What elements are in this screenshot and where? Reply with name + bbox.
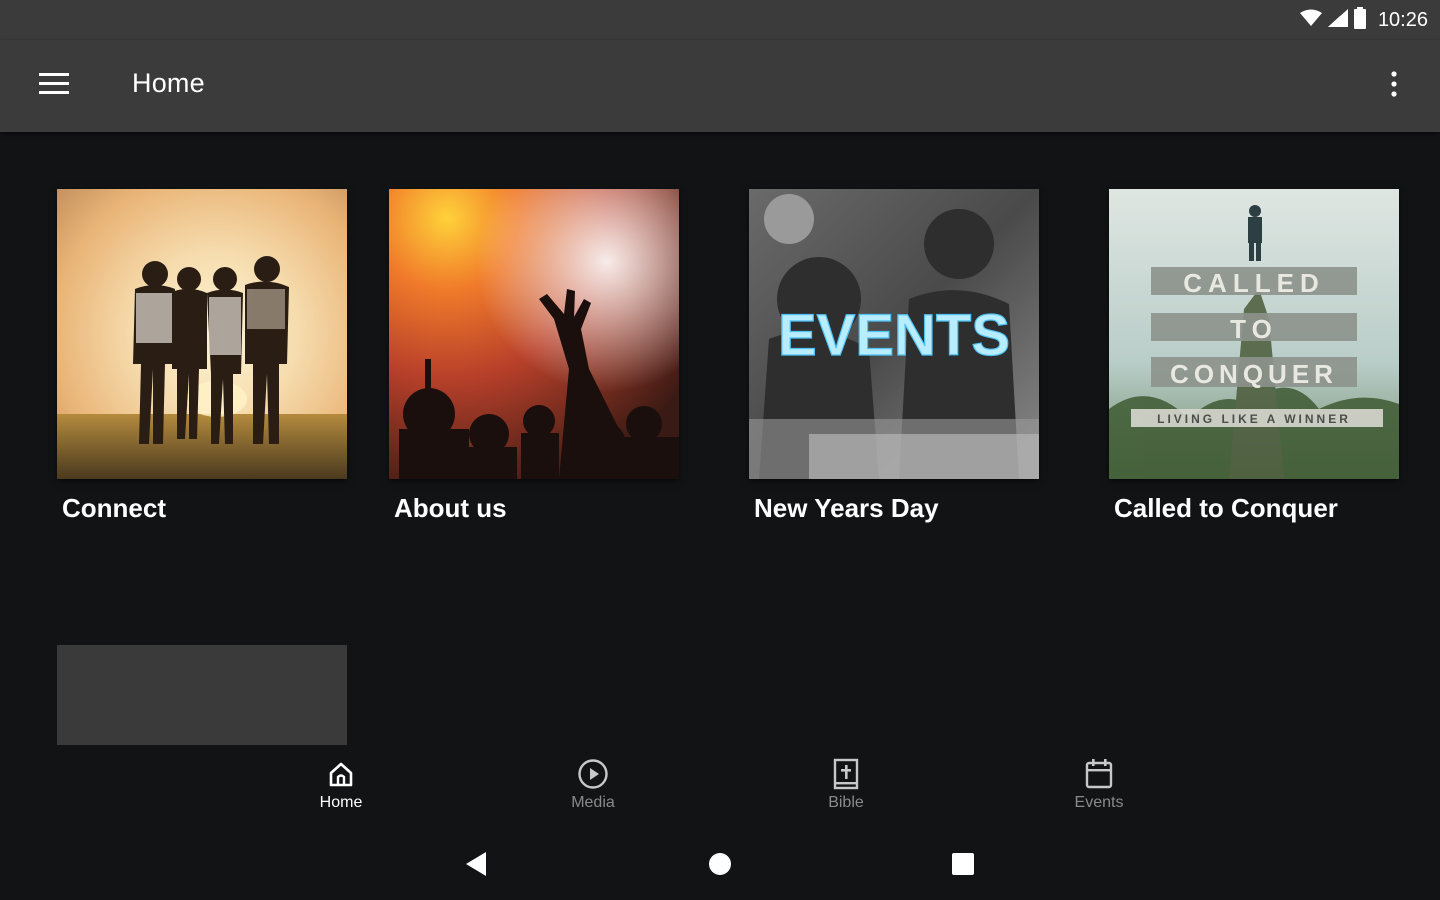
nav-item-bible[interactable]: Bible [776, 756, 916, 822]
placeholder-card[interactable] [57, 645, 347, 745]
status-bar: 10:26 [0, 0, 1440, 40]
nav-label: Home [319, 794, 363, 811]
series-title-line-1: CALLED [1183, 268, 1324, 298]
overflow-menu-button[interactable] [1370, 62, 1418, 110]
events-banner-photo: EVENTS [749, 189, 1039, 479]
hamburger-menu-icon [39, 72, 69, 100]
status-time: 10:26 [1377, 8, 1428, 31]
home-circle-icon [708, 852, 732, 881]
play-circle-icon [577, 756, 609, 792]
wifi-icon [1299, 9, 1322, 32]
recents-square-icon [951, 852, 975, 881]
more-vert-icon [1391, 70, 1397, 102]
system-recents-button[interactable] [941, 844, 985, 888]
bottom-navigation: Home Media Bible Events [0, 748, 1440, 830]
calendar-icon [1084, 756, 1114, 792]
home-icon [327, 756, 355, 792]
friends-hugging-sunset-photo [57, 189, 347, 479]
nav-label: Events [1074, 794, 1124, 811]
series-title-line-3: CONQUER [1170, 359, 1338, 389]
nav-label: Bible [828, 794, 864, 811]
events-image-text: EVENTS [778, 303, 1010, 368]
cellular-signal-icon [1327, 8, 1348, 32]
called-to-conquer-series-art: CALLED TO CONQUER LIVING LIKE A WINNER [1109, 189, 1399, 479]
card-title: Called to Conquer [1114, 493, 1338, 523]
menu-button[interactable] [26, 62, 82, 110]
nav-item-events[interactable]: Events [1029, 756, 1169, 822]
card-title: About us [394, 493, 507, 523]
status-icons: 10:26 [1299, 6, 1428, 34]
back-triangle-icon [464, 851, 488, 882]
page-title: Home [132, 68, 205, 98]
nav-label: Media [571, 794, 615, 811]
battery-icon [1353, 6, 1366, 34]
nav-item-media[interactable]: Media [523, 756, 663, 822]
system-navigation-bar [0, 830, 1440, 900]
worship-concert-crowd-photo [389, 189, 679, 479]
card-title: New Years Day [754, 493, 939, 523]
series-title-line-2: TO [1230, 314, 1278, 344]
card-title: Connect [62, 493, 166, 523]
series-subtitle: LIVING LIKE A WINNER [1157, 412, 1351, 426]
app-bar: Home [0, 40, 1440, 132]
bible-icon [832, 756, 860, 792]
nav-item-home[interactable]: Home [271, 756, 411, 822]
system-back-button[interactable] [454, 844, 498, 888]
system-home-button[interactable] [698, 844, 742, 888]
